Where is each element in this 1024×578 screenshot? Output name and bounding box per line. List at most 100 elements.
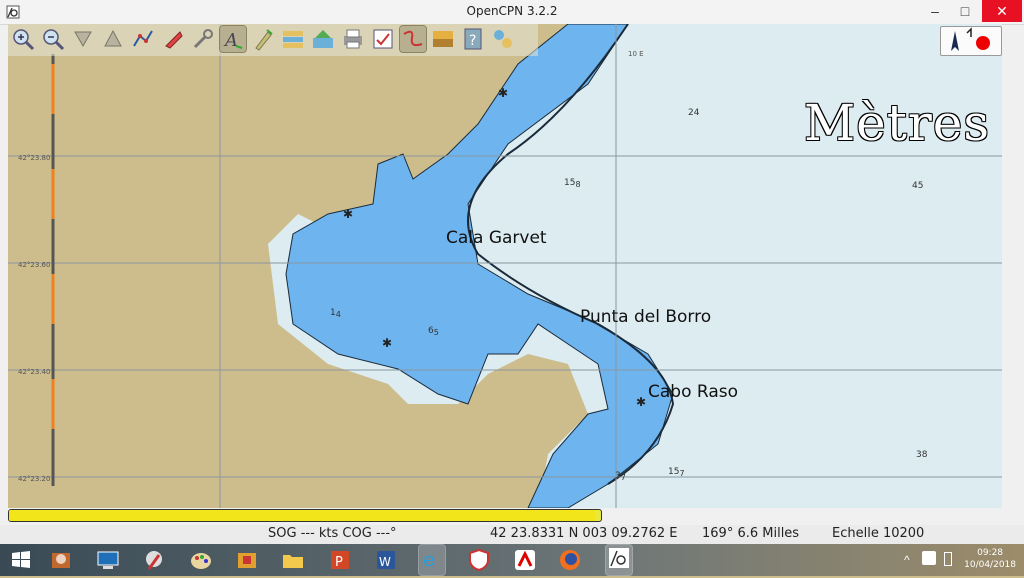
scale-in-icon bbox=[74, 31, 92, 48]
close-button[interactable]: ✕ bbox=[982, 0, 1022, 22]
taskbar-app-avira[interactable] bbox=[512, 547, 538, 573]
bearing-distance-readout: 169° 6.6 Milles bbox=[702, 526, 800, 541]
route-button[interactable] bbox=[130, 26, 156, 52]
nautical-chart[interactable]: 42°23.80 42°23.60 42°23.40 42°23.20 10 E… bbox=[8, 24, 1002, 508]
tools-button[interactable] bbox=[190, 26, 216, 52]
rock-symbol: ✱ bbox=[343, 207, 354, 221]
svg-text:e: e bbox=[423, 547, 435, 571]
depth-sounding: 158 bbox=[564, 178, 581, 189]
taskbar-app-word[interactable]: W bbox=[373, 547, 399, 573]
powerpoint-icon: P bbox=[331, 551, 349, 570]
paint-brush-icon bbox=[146, 551, 162, 570]
svg-text:A: A bbox=[223, 30, 238, 51]
depth-sounding: 38 bbox=[916, 450, 928, 460]
scale-readout: Echelle 10200 bbox=[832, 526, 925, 541]
rock-symbol: ✱ bbox=[498, 86, 509, 100]
taskbar-app-folder[interactable] bbox=[280, 547, 306, 573]
progress-fill bbox=[9, 510, 596, 521]
palette-icon bbox=[191, 553, 211, 569]
word-icon: W bbox=[377, 551, 395, 569]
minimize-button[interactable]: – bbox=[920, 0, 950, 22]
zoom-out-icon bbox=[43, 29, 65, 51]
main-toolbar: A ? bbox=[8, 24, 538, 56]
start-button[interactable] bbox=[8, 547, 34, 573]
taskbar-app-remote[interactable] bbox=[95, 547, 121, 573]
taskbar-app-palette[interactable] bbox=[188, 547, 214, 573]
clock-date: 10/04/2018 bbox=[964, 560, 1016, 570]
opencpn-window: OpenCPN 3.2.2 – □ ✕ 42°23.80 42°23.60 42… bbox=[0, 0, 1024, 544]
explorer-icon bbox=[52, 553, 70, 568]
scale-out-icon bbox=[104, 29, 122, 47]
place-punta-del-borro: Punta del Borro bbox=[580, 307, 712, 327]
zoom-in-button[interactable] bbox=[10, 26, 36, 52]
depth-sounding: 14 bbox=[330, 308, 341, 319]
text-icon: A bbox=[223, 30, 243, 51]
scale-out-button[interactable] bbox=[100, 26, 126, 52]
help-button[interactable]: ? bbox=[460, 26, 486, 52]
avira-icon bbox=[515, 550, 535, 570]
taskbar-app-shield[interactable] bbox=[466, 547, 492, 573]
tide-button[interactable] bbox=[250, 26, 276, 52]
info-icon bbox=[494, 30, 512, 48]
settings-icon bbox=[373, 29, 393, 49]
depth-sounding: 37 bbox=[615, 471, 626, 482]
taskbar-app-opencpn[interactable] bbox=[605, 544, 633, 576]
color-scheme-icon bbox=[433, 31, 453, 47]
taskbar-app-ie[interactable]: e bbox=[418, 544, 446, 576]
chart-quilt-button[interactable] bbox=[280, 26, 306, 52]
taskbar-app-powerpoint[interactable]: P bbox=[327, 547, 353, 573]
help-icon: ? bbox=[464, 28, 482, 50]
svg-text:W: W bbox=[379, 555, 391, 569]
place-cala-garvet: Cala Garvet bbox=[446, 228, 547, 248]
ownship-button[interactable] bbox=[160, 26, 186, 52]
chart-load-progress bbox=[8, 509, 602, 522]
cursor-position-readout: 42 23.8331 N 003 09.2762 E bbox=[490, 526, 678, 541]
north-up-compass[interactable] bbox=[940, 26, 1002, 56]
track-button[interactable] bbox=[399, 25, 427, 53]
window-title: OpenCPN 3.2.2 bbox=[466, 4, 558, 18]
tray-chevron-icon[interactable]: ^ bbox=[904, 553, 910, 567]
track-icon bbox=[403, 30, 423, 47]
chart-quilt-icon bbox=[283, 31, 303, 48]
info-button[interactable] bbox=[490, 26, 516, 52]
status-bar: SOG --- kts COG ---° 42 23.8331 N 003 09… bbox=[0, 525, 1024, 544]
taskbar-app-paint[interactable] bbox=[141, 547, 167, 573]
tide-icon bbox=[255, 29, 273, 51]
layers-icon bbox=[313, 30, 333, 48]
depth-sounding: 24 bbox=[688, 108, 700, 118]
units-label: Mètres bbox=[803, 94, 990, 152]
text-button[interactable]: A bbox=[219, 25, 247, 53]
system-clock[interactable]: 09:28 10/04/2018 bbox=[964, 547, 1016, 571]
layers-button[interactable] bbox=[310, 26, 336, 52]
depth-sounding: 45 bbox=[912, 181, 924, 191]
taskbar-app-explorer[interactable] bbox=[48, 547, 74, 573]
latitude-label: 42°23.40 bbox=[18, 368, 51, 376]
title-bar[interactable]: OpenCPN 3.2.2 – □ ✕ bbox=[0, 0, 1024, 25]
color-scheme-button[interactable] bbox=[430, 26, 456, 52]
rock-symbol: ✱ bbox=[636, 395, 647, 409]
settings-button[interactable] bbox=[370, 26, 396, 52]
clock-time: 09:28 bbox=[977, 548, 1004, 558]
firefox-icon bbox=[560, 550, 580, 570]
battery-icon[interactable] bbox=[944, 552, 952, 566]
opencpn-icon bbox=[609, 548, 629, 568]
taskbar-app-firefox[interactable] bbox=[557, 547, 583, 573]
package-icon bbox=[238, 553, 256, 568]
zoom-in-icon bbox=[13, 29, 35, 51]
maximize-button[interactable]: □ bbox=[950, 0, 980, 22]
svg-text:?: ? bbox=[469, 33, 476, 49]
svg-text:P: P bbox=[335, 555, 343, 570]
latitude-label: 42°23.60 bbox=[18, 261, 51, 269]
windows-taskbar: P W e ^ 09:28 10/04/2018 bbox=[0, 544, 1024, 576]
tools-icon bbox=[193, 29, 213, 49]
tray-avira-icon[interactable] bbox=[922, 551, 936, 565]
depth-sounding: 157 bbox=[668, 467, 685, 478]
ship-icon bbox=[165, 31, 183, 49]
route-icon bbox=[133, 30, 153, 47]
zoom-out-button[interactable] bbox=[40, 26, 66, 52]
scale-in-button[interactable] bbox=[70, 26, 96, 52]
latitude-label: 42°23.80 bbox=[18, 154, 51, 162]
latitude-label: 42°23.20 bbox=[18, 475, 51, 483]
taskbar-app-package[interactable] bbox=[234, 547, 260, 573]
print-button[interactable] bbox=[340, 26, 366, 52]
